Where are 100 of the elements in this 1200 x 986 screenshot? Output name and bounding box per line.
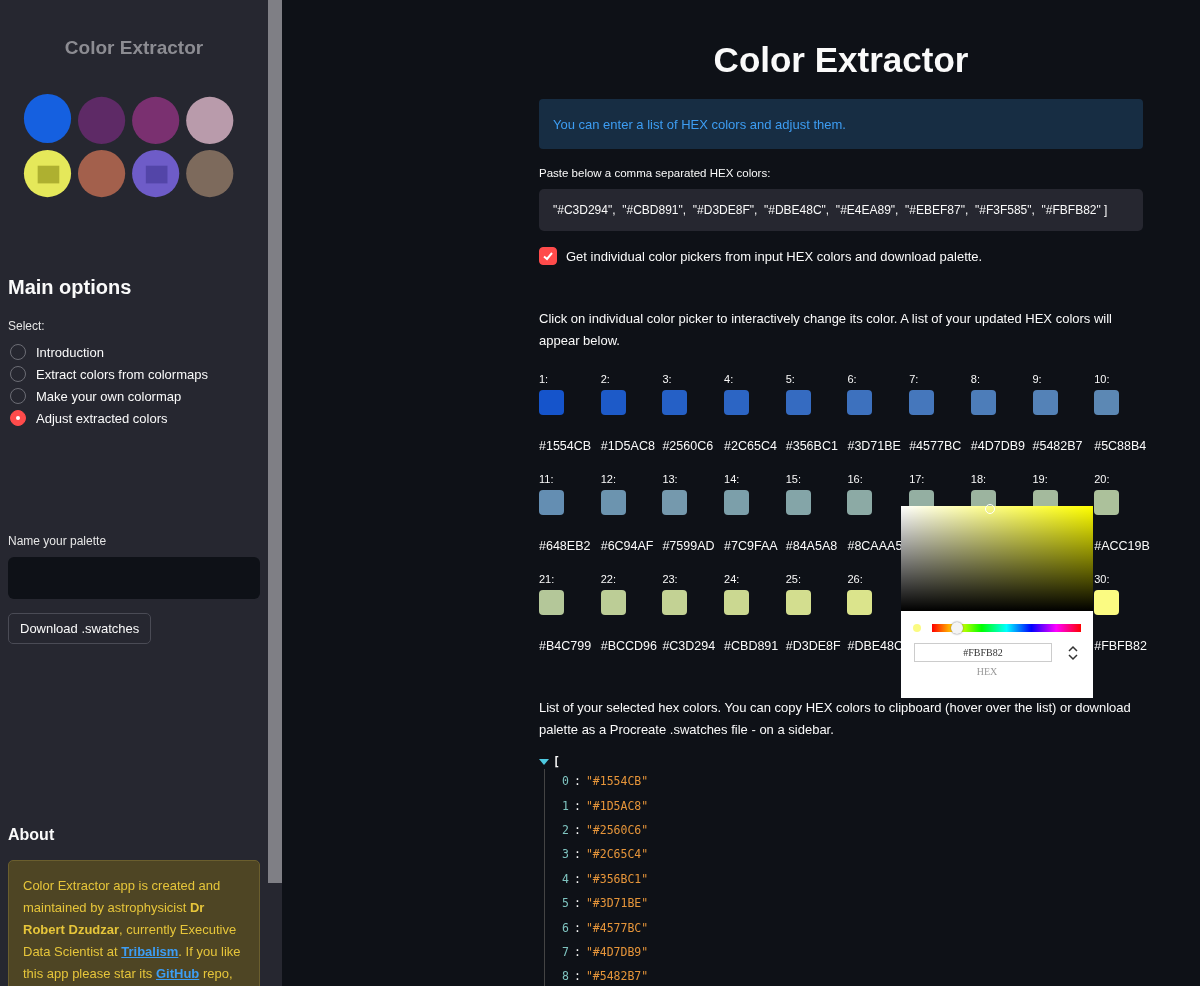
swatch-number: 17: — [909, 473, 925, 487]
color-swatch[interactable] — [662, 390, 688, 415]
separator: : — [573, 774, 581, 789]
hex-value: #7C9FAA — [724, 539, 778, 553]
color-swatch[interactable] — [724, 390, 750, 415]
array-index: 6 — [562, 920, 569, 935]
about-text: Color Extractor app is created and maintained by astrophysicist Dr Robert Dzudzar, currently Executive Data Scientist at Tribalism. If you like this app please star its GitHub repo, — [23, 877, 242, 983]
swatch-number: 7: — [909, 373, 919, 387]
swatch-number: 20: — [1094, 473, 1110, 487]
hex-value: #4577BC — [909, 439, 962, 453]
radio-button[interactable] — [10, 410, 26, 426]
radio-option[interactable]: Introduction — [8, 341, 260, 363]
color-swatch[interactable] — [600, 390, 626, 415]
section-heading: Main options — [8, 276, 133, 299]
color-swatch[interactable] — [970, 390, 996, 415]
string-value: "#2C65C4" — [585, 847, 649, 862]
array-index: 1 — [562, 798, 569, 813]
radio-option[interactable]: Extract colors from colormaps — [8, 363, 260, 385]
field-label: Name your palette — [8, 534, 108, 548]
option-label: Introduction — [36, 344, 104, 360]
array-index: 0 — [562, 774, 569, 789]
string-value: "#356BC1" — [585, 871, 649, 886]
swatch-number: 21: — [539, 573, 555, 587]
field-label: Paste below a comma separated HEX colors: — [539, 167, 772, 179]
radio-option[interactable]: Make your own colormap — [8, 385, 260, 407]
hex-value: #B4C799 — [539, 639, 592, 653]
hex-value: #DBE48C — [847, 639, 904, 653]
string-value: "#2560C6" — [585, 822, 649, 837]
scrollbar[interactable] — [268, 0, 282, 883]
checkbox[interactable] — [539, 247, 557, 265]
color-swatch[interactable] — [1032, 390, 1058, 415]
hex-value: #5C88B4 — [1094, 439, 1147, 453]
color-swatch[interactable] — [724, 590, 750, 615]
color-swatch[interactable] — [909, 390, 935, 415]
swatch-number: 1: — [539, 373, 549, 387]
color-swatch[interactable] — [785, 590, 811, 615]
description-text: List of your selected hex colors. You can copy HEX colors to clipboard (hover over the list) or download palette as a Procreate .swatches file - on a sidebar. — [539, 699, 1132, 739]
separator: : — [573, 969, 581, 984]
hex-value: #6C94AF — [600, 539, 654, 553]
input-field[interactable] — [8, 557, 260, 599]
saturation-area[interactable] — [901, 506, 1093, 611]
hex-input[interactable]: #FBFB82 — [914, 643, 1052, 662]
separator: : — [573, 920, 581, 935]
array-index: 4 — [562, 871, 569, 886]
hex-value: #2560C6 — [662, 439, 714, 453]
string-value: "#4577BC" — [585, 920, 649, 935]
mode-label: HEX — [975, 666, 999, 677]
color-swatch[interactable] — [539, 390, 564, 415]
option-label: Adjust extracted colors — [36, 410, 168, 426]
color-swatch[interactable] — [785, 390, 811, 415]
color-swatch[interactable] — [847, 390, 873, 415]
color-swatch[interactable] — [539, 490, 564, 515]
color-swatch[interactable] — [847, 490, 873, 515]
swatch-number: 22: — [600, 573, 616, 587]
up-down-icon[interactable] — [1068, 644, 1078, 661]
swatch-number: 8: — [970, 373, 980, 387]
app-title: Color Extractor — [63, 37, 205, 59]
download-button[interactable]: Download .swatches — [8, 613, 152, 644]
hex-value: #84A5A8 — [785, 539, 838, 553]
array-index: 7 — [562, 944, 569, 959]
hex-value: #648EB2 — [539, 539, 591, 553]
array-index: 5 — [562, 896, 569, 911]
swatch-number: 16: — [847, 473, 863, 487]
color-swatch[interactable] — [1094, 390, 1120, 415]
color-swatch[interactable] — [1094, 590, 1120, 615]
swatch-number: 12: — [600, 473, 616, 487]
option-label: Extract colors from colormaps — [36, 366, 208, 382]
swatch-number: 18: — [970, 473, 987, 487]
color-swatch[interactable] — [724, 490, 750, 515]
caret-icon[interactable] — [539, 758, 549, 766]
color-swatch[interactable] — [847, 590, 873, 615]
color-swatch[interactable] — [1094, 490, 1120, 515]
slider-thumb[interactable] — [951, 622, 964, 634]
hex-value: #BCCD96 — [600, 639, 657, 653]
option-label: Make your own colormap — [36, 388, 182, 404]
color-swatch[interactable] — [785, 490, 811, 515]
hex-value: #8CAAA5 — [847, 539, 903, 553]
check-icon — [542, 250, 554, 262]
hue-slider[interactable] — [932, 624, 1081, 632]
array-index: 3 — [562, 847, 569, 862]
string-value: "#5482B7" — [585, 969, 649, 984]
color-swatch[interactable] — [539, 590, 564, 615]
swatch-number: 6: — [847, 373, 857, 387]
array-index: 8 — [562, 969, 569, 984]
separator: : — [573, 847, 581, 862]
color-picker-dialog[interactable]: #FBFB82 HEX — [901, 506, 1093, 698]
input-field[interactable]: "#C3D294", "#CBD891", "#D3DE8F", "#DBE48C", "#E4EA89", "#EBEF87", "#F3F585", "#FBFB82" ] — [539, 189, 1143, 231]
radio-option[interactable]: Adjust extracted colors — [8, 407, 260, 429]
color-swatch[interactable] — [600, 490, 626, 515]
checkbox-label: Get individual color pickers from input HEX colors and download palette. — [566, 248, 983, 264]
color-swatch[interactable] — [662, 490, 688, 515]
swatch-number: 14: — [724, 473, 740, 487]
string-value: "#1554CB" — [585, 774, 649, 789]
color-swatch[interactable] — [600, 590, 626, 615]
swatch-number: 15: — [785, 473, 802, 487]
color-swatch[interactable] — [662, 590, 688, 615]
swatch-number: 9: — [1032, 373, 1042, 387]
swatch-number: 2: — [600, 373, 610, 387]
swatch-number: 4: — [724, 373, 734, 387]
separator: : — [573, 896, 581, 911]
